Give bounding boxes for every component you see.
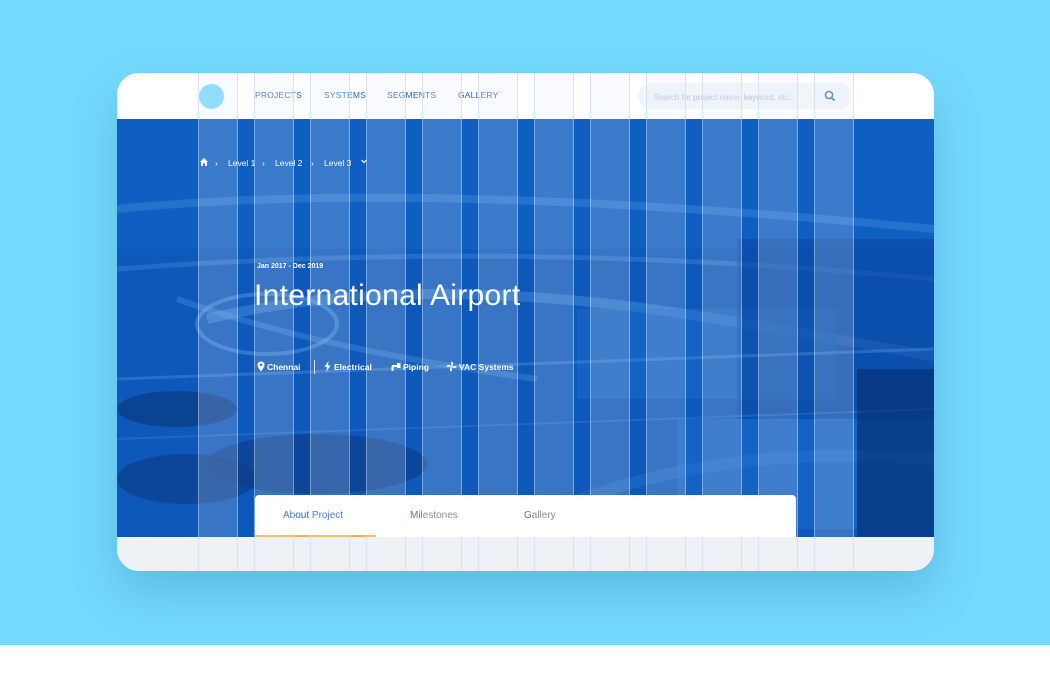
tag-location: Chennai	[267, 362, 301, 372]
hero-banner: › Level 1 › Level 2 › Level 3 Jan 2017 -…	[117, 119, 934, 537]
tab-about-project[interactable]: About Project	[283, 510, 343, 521]
chevron-right-icon: ›	[215, 158, 218, 168]
nav-link-gallery[interactable]: GALLERY	[458, 90, 498, 100]
lightning-icon	[324, 361, 331, 374]
nav-link-segments[interactable]: SEGMENTS	[387, 90, 436, 100]
search-bar	[638, 83, 851, 111]
location-pin-icon	[257, 361, 265, 374]
page-background: PROJECTS SYSTEMS SEGMENTS GALLERY Search…	[0, 0, 1050, 645]
tab-milestones[interactable]: Milestones	[410, 510, 458, 521]
tag-vac-systems: VAC Systems	[459, 362, 514, 372]
breadcrumb-level-3[interactable]: Level 3	[324, 158, 351, 168]
fan-icon	[446, 361, 457, 374]
project-tabs: About Project Milestones Gallery	[255, 495, 796, 537]
home-icon[interactable]	[199, 157, 209, 169]
breadcrumb-level-1[interactable]: Level 1	[228, 158, 255, 168]
logo[interactable]	[199, 84, 224, 109]
tag-divider	[314, 360, 315, 374]
active-tab-indicator	[255, 535, 376, 537]
search-input[interactable]	[652, 83, 816, 111]
top-navbar: PROJECTS SYSTEMS SEGMENTS GALLERY	[117, 73, 934, 119]
page-title: International Airport	[254, 279, 521, 312]
chevron-right-icon: ›	[311, 158, 314, 168]
nav-link-systems[interactable]: SYSTEMS	[324, 90, 366, 100]
airport-aerial-image	[117, 119, 934, 537]
app-window: PROJECTS SYSTEMS SEGMENTS GALLERY Search…	[117, 73, 934, 571]
chevron-right-icon: ›	[262, 158, 265, 168]
search-icon	[824, 90, 835, 101]
tab-gallery[interactable]: Gallery	[524, 510, 556, 521]
tag-electrical: Electrical	[334, 362, 372, 372]
chevron-down-icon[interactable]	[360, 157, 368, 167]
pipe-icon	[391, 362, 401, 374]
breadcrumb-level-2[interactable]: Level 2	[275, 158, 302, 168]
nav-link-projects[interactable]: PROJECTS	[255, 90, 302, 100]
content-area	[117, 537, 934, 571]
tag-piping: Piping	[403, 362, 429, 372]
project-date-range: Jan 2017 - Dec 2019	[257, 263, 324, 270]
search-button[interactable]	[821, 88, 839, 104]
